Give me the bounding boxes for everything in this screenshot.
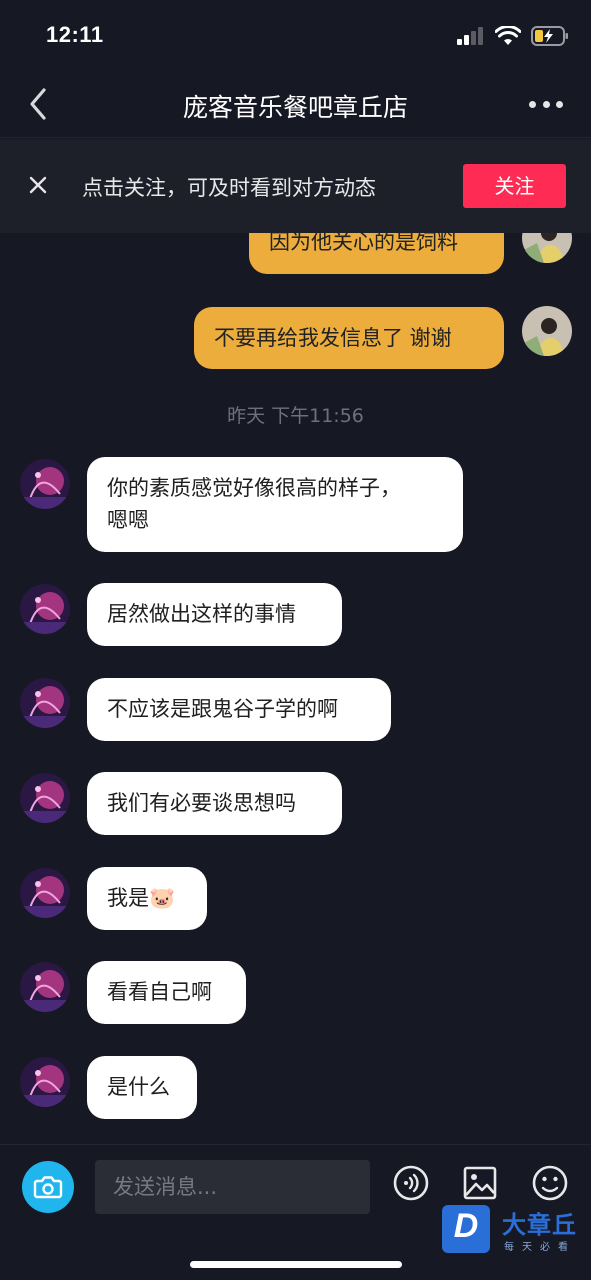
status-bar: 12:11: [0, 0, 591, 70]
status-icons: [457, 24, 569, 48]
signal-icon: [457, 27, 483, 45]
more-dot: [529, 100, 536, 108]
incoming-message[interactable]: 我是🐷: [87, 867, 207, 930]
avatar-image: [522, 306, 572, 356]
message-list[interactable]: 因为他关心的是饲料 不要再给我发信息了 谢谢 昨天 下午11:56 你的素质感觉…: [0, 139, 591, 1144]
more-dot: [542, 100, 550, 108]
watermark-slogan: 每天必看: [504, 1242, 576, 1253]
avatar-image: [20, 868, 70, 918]
avatar-image: [20, 459, 70, 509]
avatar-image: [20, 962, 70, 1012]
camera-icon: [33, 1176, 63, 1199]
message-text: 是什么: [107, 1075, 170, 1099]
contact-avatar[interactable]: [20, 962, 70, 1012]
message-text: 我们有必要谈思想吗: [107, 791, 296, 815]
follow-hint-text: 点击关注，可及时看到对方动态: [82, 176, 376, 200]
home-indicator[interactable]: [190, 1261, 402, 1268]
incoming-message[interactable]: 看看自己啊: [87, 961, 246, 1024]
contact-avatar[interactable]: [20, 584, 70, 634]
avatar-image: [20, 678, 70, 728]
avatar-image: [20, 584, 70, 634]
battery-icon: [531, 26, 568, 46]
camera-button[interactable]: [22, 1161, 74, 1213]
contact-avatar[interactable]: [20, 868, 70, 918]
follow-banner: 点击关注，可及时看到对方动态 关注: [0, 139, 591, 233]
message-text: 我是🐷: [107, 886, 176, 910]
image-icon[interactable]: [460, 1163, 500, 1203]
contact-avatar[interactable]: [20, 773, 70, 823]
message-input[interactable]: [95, 1160, 370, 1214]
back-icon[interactable]: [22, 84, 58, 124]
status-time: 12:11: [46, 22, 104, 47]
incoming-message[interactable]: 是什么: [87, 1056, 197, 1119]
emoji-icon[interactable]: [530, 1163, 570, 1203]
incoming-message[interactable]: 我们有必要谈思想吗: [87, 772, 342, 835]
wifi-icon: [495, 26, 521, 45]
nav-header: 庞客音乐餐吧章丘店: [0, 70, 591, 138]
message-text-line: 嗯嗯: [107, 508, 149, 532]
incoming-message[interactable]: 不应该是跟鬼谷子学的啊: [87, 678, 391, 741]
watermark-logo-letter: D: [453, 1207, 479, 1245]
chat-title: 庞客音乐餐吧章丘店: [182, 93, 408, 122]
message-text: 居然做出这样的事情: [107, 602, 296, 626]
voice-icon[interactable]: [391, 1163, 431, 1203]
message-timestamp: 昨天 下午11:56: [227, 405, 364, 427]
message-text: 不应该是跟鬼谷子学的啊: [107, 697, 338, 721]
watermark-name: 大章丘: [502, 1211, 577, 1239]
message-text-line: 你的素质感觉好像很高的样子，: [107, 476, 401, 500]
message-text: 看看自己啊: [107, 980, 212, 1004]
incoming-message[interactable]: 居然做出这样的事情: [87, 583, 342, 646]
my-avatar[interactable]: [522, 306, 572, 356]
contact-avatar[interactable]: [20, 459, 70, 509]
follow-button[interactable]: 关注: [463, 164, 566, 208]
more-dot: [556, 100, 563, 108]
more-options-icon[interactable]: [529, 92, 563, 116]
watermark: D 大章丘 每天必看: [442, 1205, 591, 1255]
message-text: 不要再给我发信息了 谢谢: [214, 326, 452, 350]
outgoing-message[interactable]: 不要再给我发信息了 谢谢: [194, 307, 504, 369]
contact-avatar[interactable]: [20, 678, 70, 728]
avatar-image: [20, 773, 70, 823]
avatar-image: [20, 1057, 70, 1107]
contact-avatar[interactable]: [20, 1057, 70, 1107]
message-text: 因为他关心的是饲料: [269, 230, 458, 254]
close-icon[interactable]: [26, 173, 50, 197]
watermark-logo: D: [442, 1205, 490, 1253]
incoming-message[interactable]: 你的素质感觉好像很高的样子， 嗯嗯: [87, 457, 463, 552]
